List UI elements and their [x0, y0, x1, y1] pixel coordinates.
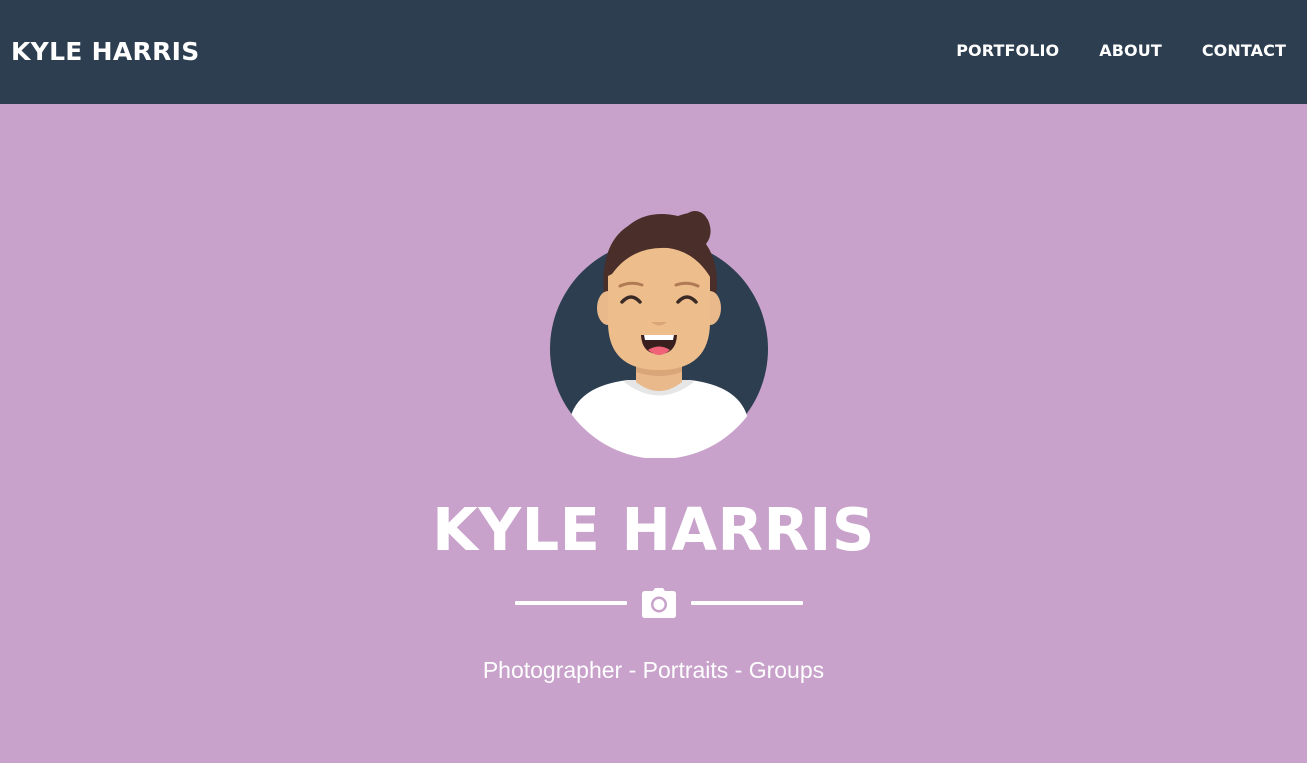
divider-line-left — [515, 601, 627, 605]
divider-line-right — [691, 601, 803, 605]
brand-link[interactable]: KYLE HARRIS — [11, 34, 200, 70]
nav-links: PORTFOLIO ABOUT CONTACT — [956, 40, 1286, 62]
masthead-title: KYLE HARRIS — [432, 495, 875, 564]
avatar-icon — [550, 211, 768, 458]
nav-link-contact[interactable]: CONTACT — [1202, 40, 1286, 62]
divider — [515, 587, 803, 619]
camera-icon — [642, 588, 676, 618]
masthead-subheading: Photographer - Portraits - Groups — [482, 657, 825, 683]
masthead: KYLE HARRIS Photographer - Portraits - G… — [0, 104, 1307, 763]
nav-link-about[interactable]: ABOUT — [1099, 40, 1162, 62]
nav-link-portfolio[interactable]: PORTFOLIO — [956, 40, 1059, 62]
navbar: KYLE HARRIS PORTFOLIO ABOUT CONTACT — [0, 0, 1307, 104]
